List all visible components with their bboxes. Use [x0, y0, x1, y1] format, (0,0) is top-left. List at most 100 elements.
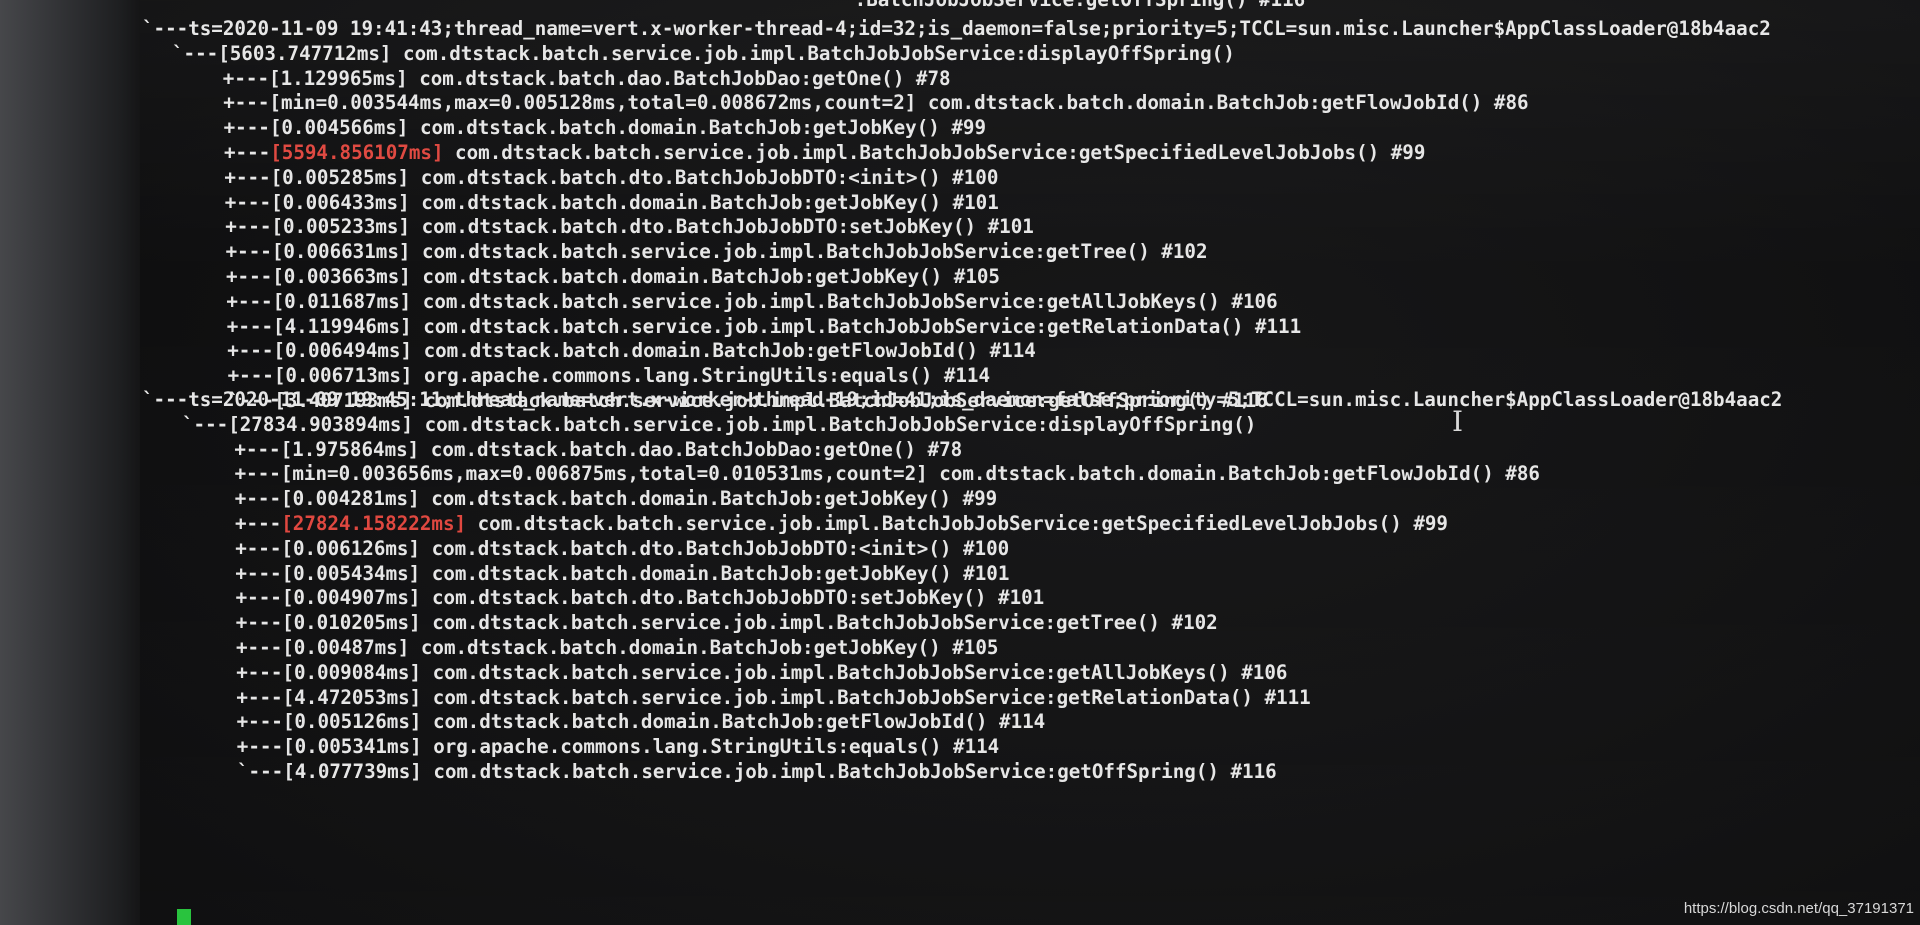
method-call: com.dtstack.batch.service.job.impl.Batch… — [421, 685, 1311, 709]
call-time: [0.006631ms] — [271, 240, 411, 264]
call-time: [0.009084ms] — [282, 660, 422, 684]
trace-row: +---[min=0.003656ms,max=0.006875ms,total… — [235, 462, 1540, 486]
tree-prefix: +--- — [235, 586, 282, 610]
method-call: com.dtstack.batch.domain.BatchJob:getFlo… — [927, 462, 1540, 486]
tree-prefix: +--- — [236, 685, 283, 709]
trace-row: +---[0.003663ms] com.dtstack.batch.domai… — [226, 265, 1000, 289]
method-call: com.dtstack.batch.service.job.impl.Batch… — [420, 611, 1218, 635]
tree-prefix: +--- — [225, 215, 272, 239]
tree-prefix: +--- — [226, 289, 273, 313]
call-time: [0.004907ms] — [281, 586, 421, 610]
trace-header: `---ts=2020-11-09 19:45:11;thread_name=v… — [142, 388, 1783, 411]
tree-prefix: +--- — [223, 116, 270, 140]
trace-row: +---[0.006433ms] com.dtstack.batch.domai… — [225, 191, 999, 215]
monitor-bezel — [0, 0, 140, 925]
method-call: com.dtstack.batch.domain.BatchJob:getFlo… — [421, 710, 1046, 734]
call-time: [0.005341ms] — [283, 735, 422, 759]
tree-prefix: +--- — [226, 265, 273, 288]
trace-row: +---[0.006126ms] com.dtstack.batch.dto.B… — [235, 537, 1009, 561]
tree-prefix: +--- — [225, 240, 272, 264]
call-time: [4.119946ms] — [273, 314, 412, 338]
method-call: com.dtstack.batch.service.job.impl.Batch… — [443, 141, 1426, 164]
call-time: [0.005434ms] — [281, 561, 421, 585]
call-time: [0.006713ms] — [273, 364, 413, 388]
call-time: [0.006126ms] — [281, 536, 421, 560]
trace-row: +---[0.004566ms] com.dtstack.batch.domai… — [224, 116, 986, 140]
trace-row: +---[4.119946ms] com.dtstack.batch.servi… — [227, 315, 1301, 339]
method-call: com.dtstack.batch.dao.BatchJobDao:getOne… — [419, 437, 963, 461]
tree-prefix: +--- — [227, 364, 274, 388]
tree-prefix: +--- — [222, 66, 270, 90]
trace-row: +---[0.006494ms] com.dtstack.batch.domai… — [227, 339, 1036, 363]
method-call: com.dtstack.batch.service.job.impl.Batch… — [466, 512, 1448, 535]
trace-row: +---[0.005233ms] com.dtstack.batch.dto.B… — [225, 215, 1034, 239]
tree-prefix: +--- — [224, 165, 271, 189]
trace-row: +---[0.005285ms] com.dtstack.batch.dto.B… — [224, 166, 998, 190]
trace-row: +---[1.129965ms] com.dtstack.batch.dao.B… — [223, 67, 951, 91]
trace-row: +---[0.004281ms] com.dtstack.batch.domai… — [235, 487, 997, 511]
call-time: [0.005285ms] — [270, 165, 410, 189]
trace-row: +---[0.010205ms] com.dtstack.batch.servi… — [236, 611, 1218, 635]
method-call: com.dtstack.batch.domain.BatchJob:getFlo… — [412, 339, 1036, 363]
method-call: org.apache.commons.lang.StringUtils:equa… — [421, 735, 1000, 759]
terminal-cursor — [177, 909, 191, 925]
partial-top-line: .BatchJobJobService:getOffSpring() #116 — [150, 0, 1306, 12]
method-call: com.dtstack.batch.domain.BatchJob:getJob… — [408, 116, 987, 140]
call-time: [4.077739ms] — [283, 760, 422, 783]
trace-row: +---[0.005341ms] org.apache.commons.lang… — [237, 735, 999, 759]
tree-prefix: +--- — [224, 141, 271, 164]
call-time: [min=0.003544ms,max=0.005128ms,total=0.0… — [269, 91, 917, 115]
trace-row: +---[27824.158222ms] com.dtstack.batch.s… — [235, 512, 1448, 536]
call-time: [0.005126ms] — [282, 710, 422, 734]
trace-header: `---ts=2020-11-09 19:41:43;thread_name=v… — [142, 17, 1771, 40]
method-call: com.dtstack.batch.dto.BatchJobJobDTO:<in… — [420, 536, 1010, 560]
trace-row: +---[5594.856107ms] com.dtstack.batch.se… — [224, 141, 1425, 165]
terminal-screen[interactable]: .BatchJobJobService:getOffSpring() #116 … — [140, 0, 1920, 925]
call-time: [0.006433ms] — [271, 190, 410, 214]
tree-prefix: +--- — [227, 339, 274, 363]
call-time: [0.003663ms] — [272, 265, 411, 288]
call-time: [0.004281ms] — [281, 487, 420, 511]
trace-row: +---[0.00487ms] com.dtstack.batch.domain… — [236, 636, 998, 660]
tree-prefix: +--- — [223, 91, 270, 115]
method-call: org.apache.commons.lang.StringUtils:equa… — [412, 364, 991, 388]
trace-row: +---[0.004907ms] com.dtstack.batch.dto.B… — [236, 586, 1045, 610]
method-call: com.dtstack.batch.domain.BatchJob:getJob… — [410, 265, 1000, 288]
method-call: com.dtstack.batch.dao.BatchJobDao:getOne… — [407, 66, 951, 90]
method-call: com.dtstack.batch.service.job.impl.Batch… — [410, 240, 1208, 264]
method-call: com.dtstack.batch.service.job.impl.Batch… — [421, 760, 1277, 783]
method-call: com.dtstack.batch.domain.BatchJob:getJob… — [419, 487, 998, 511]
call-time: [min=0.003656ms,max=0.006875ms,total=0.0… — [280, 462, 928, 486]
call-time: [1.975864ms] — [280, 437, 420, 461]
method-call: com.dtstack.batch.service.job.impl.Batch… — [411, 314, 1302, 338]
call-time: [0.006494ms] — [273, 339, 413, 363]
slow-time-highlight: [27824.158222ms] — [281, 512, 467, 535]
method-call: com.dtstack.batch.domain.BatchJob:getJob… — [409, 190, 999, 214]
trace-row: +---[0.006713ms] org.apache.commons.lang… — [228, 364, 990, 388]
trace-row: +---[0.005434ms] com.dtstack.batch.domai… — [235, 562, 1009, 586]
call-time: [0.005233ms] — [271, 215, 411, 239]
terminal-output: .BatchJobJobService:getOffSpring() #116 … — [140, 0, 1920, 925]
method-call: com.dtstack.batch.service.job.impl.Batch… — [411, 289, 1278, 313]
photo-scene: .BatchJobJobService:getOffSpring() #116 … — [0, 0, 1920, 925]
trace-root-call: `---[5603.747712ms] com.dtstack.batch.se… — [172, 41, 1235, 65]
trace-row: +---[0.005126ms] com.dtstack.batch.domai… — [237, 710, 1046, 734]
tree-prefix: +--- — [234, 437, 281, 461]
method-call: com.dtstack.batch.dto.BatchJobJobDTO:set… — [410, 215, 1034, 239]
trace-row: `---[4.077739ms] com.dtstack.batch.servi… — [237, 760, 1277, 784]
watermark: https://blog.csdn.net/qq_37191371 — [1683, 900, 1914, 917]
call-time: [0.011687ms] — [272, 289, 412, 313]
trace-root-call: `---[27834.903894ms] com.dtstack.batch.s… — [182, 412, 1257, 436]
call-time: [4.472053ms] — [282, 685, 422, 709]
trace-row: +---[1.975864ms] com.dtstack.batch.dao.B… — [234, 438, 962, 462]
method-call: com.dtstack.batch.domain.BatchJob:getJob… — [420, 561, 1010, 585]
tree-prefix: +--- — [224, 190, 272, 214]
tree-prefix: +--- — [235, 536, 282, 560]
trace-row: +---[0.006631ms] com.dtstack.batch.servi… — [226, 240, 1208, 264]
method-call: com.dtstack.batch.dto.BatchJobJobDTO:<in… — [409, 165, 999, 189]
tree-prefix: +--- — [236, 660, 283, 684]
trace-row: +---[min=0.003544ms,max=0.005128ms,total… — [223, 91, 1528, 115]
tree-prefix: +--- — [235, 561, 282, 585]
tree-prefix: +--- — [236, 636, 283, 659]
tree-prefix: +--- — [234, 487, 282, 511]
